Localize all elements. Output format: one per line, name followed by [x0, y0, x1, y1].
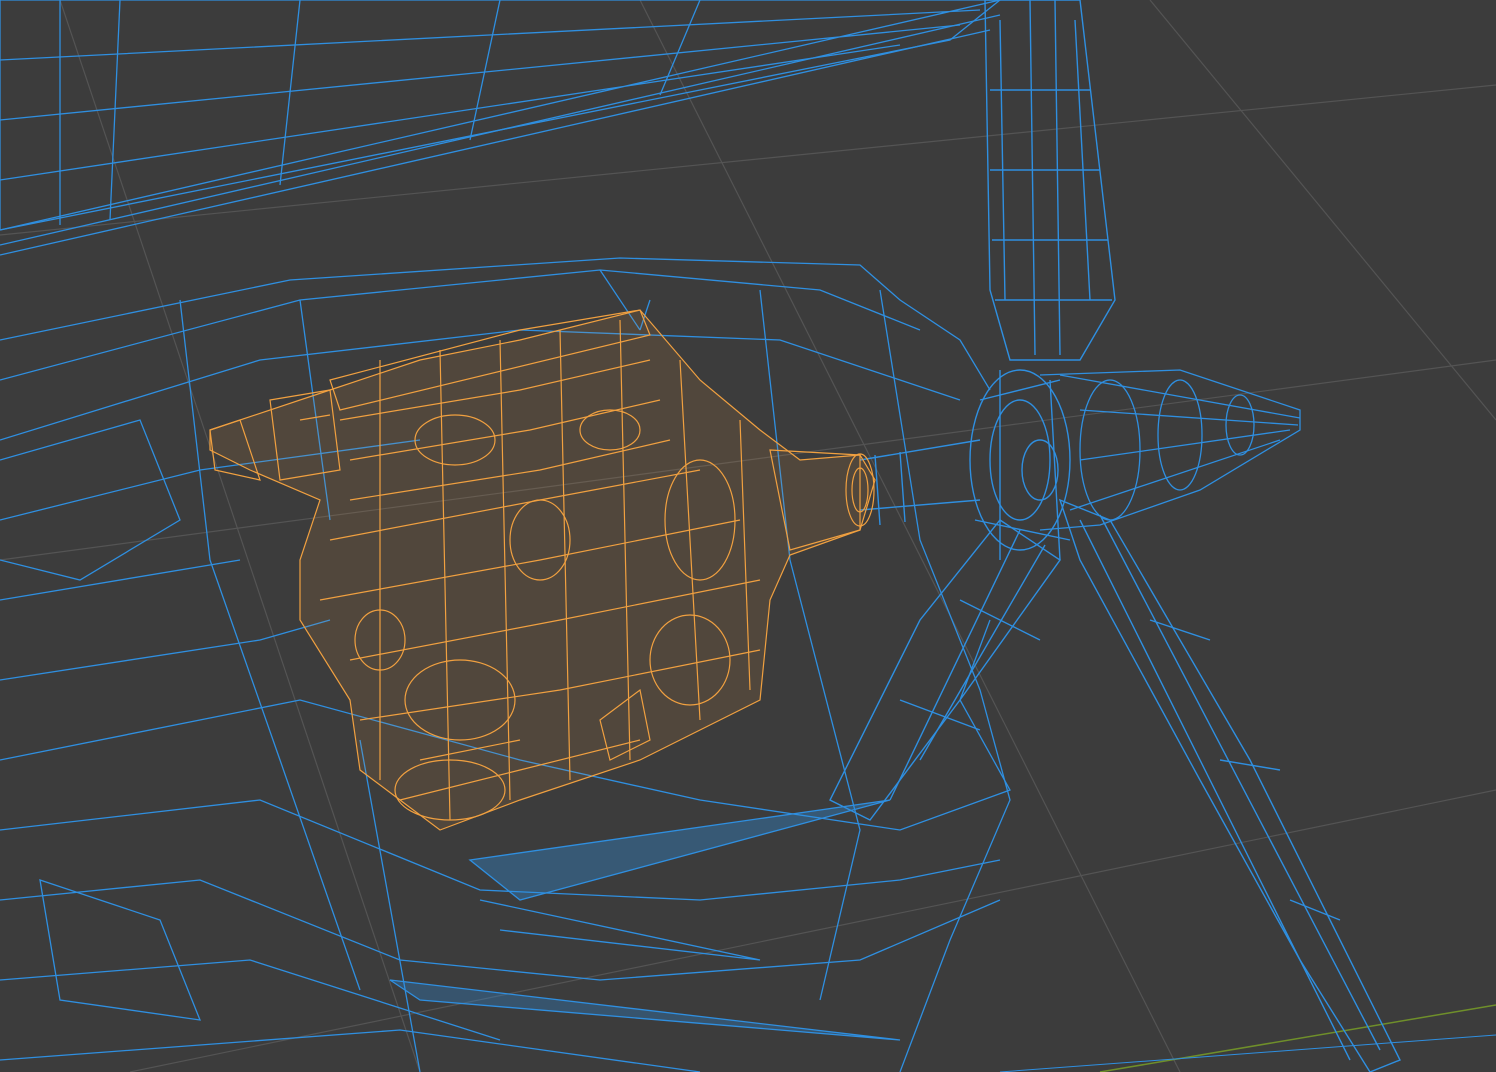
viewport-canvas[interactable]	[0, 0, 1496, 1072]
3d-viewport[interactable]	[0, 0, 1496, 1072]
spinner-wireframe[interactable]	[1039, 369, 1301, 531]
engine-wireframe[interactable]	[209, 309, 876, 831]
axis-lines	[999, 1004, 1496, 1072]
propeller-wireframe[interactable]	[829, 0, 1401, 1072]
